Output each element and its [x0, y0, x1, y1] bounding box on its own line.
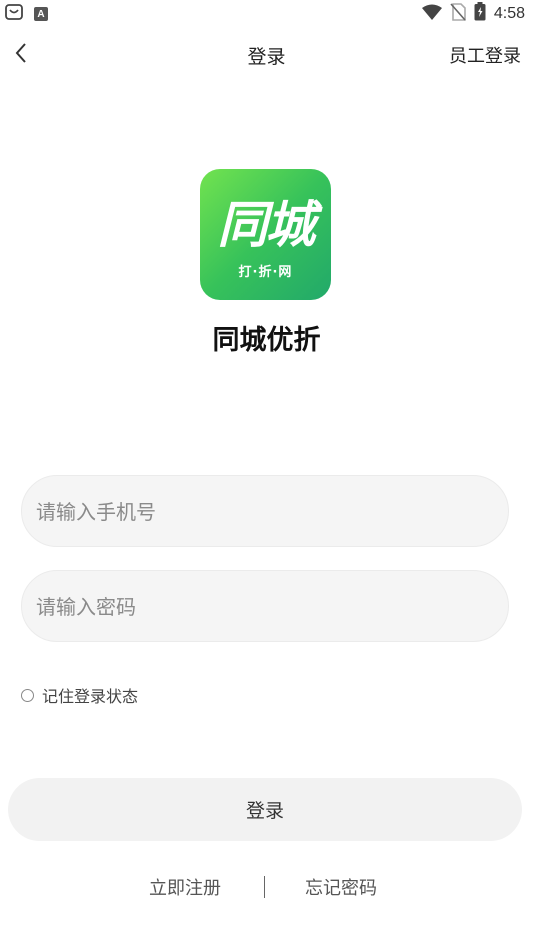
- shop-bag-icon: [4, 3, 24, 25]
- remember-radio[interactable]: [21, 688, 34, 702]
- nav-bar: 登录 员工登录: [0, 30, 533, 80]
- a-badge-icon: A: [34, 7, 48, 21]
- logo-main-text: 同城: [217, 196, 316, 254]
- phone-field: [21, 475, 509, 548]
- status-time: 4:58: [493, 4, 525, 22]
- remember-label: 记住登录状态: [42, 687, 139, 706]
- app-name: 同城优折: [212, 325, 321, 356]
- status-right: 4:58: [421, 2, 525, 25]
- forgot-password-link[interactable]: 忘记密码: [305, 874, 377, 900]
- password-input[interactable]: [34, 571, 498, 643]
- remember-login-toggle[interactable]: 记住登录状态: [21, 683, 138, 707]
- staff-login-link[interactable]: 员工登录: [449, 42, 521, 68]
- battery-icon: [474, 2, 486, 25]
- status-left: A: [4, 3, 48, 25]
- wifi-icon: [421, 4, 442, 24]
- logo-sub-text: 打·折·网: [238, 265, 293, 280]
- register-link[interactable]: 立即注册: [149, 874, 221, 900]
- password-field: [21, 570, 509, 643]
- app-logo: 同城 打·折·网: [200, 169, 331, 300]
- phone-input[interactable]: [34, 476, 498, 548]
- status-bar: A 4:58: [0, 0, 533, 26]
- footer-divider: [264, 876, 265, 898]
- no-sim-icon: [450, 2, 466, 25]
- login-button[interactable]: 登录: [8, 778, 522, 841]
- login-screen: A 4:58 登录 员工登录 同城 打·折·网 同城优折 请输入手机号 记住登录…: [0, 0, 533, 947]
- footer-links: 立即注册 忘记密码: [0, 872, 533, 902]
